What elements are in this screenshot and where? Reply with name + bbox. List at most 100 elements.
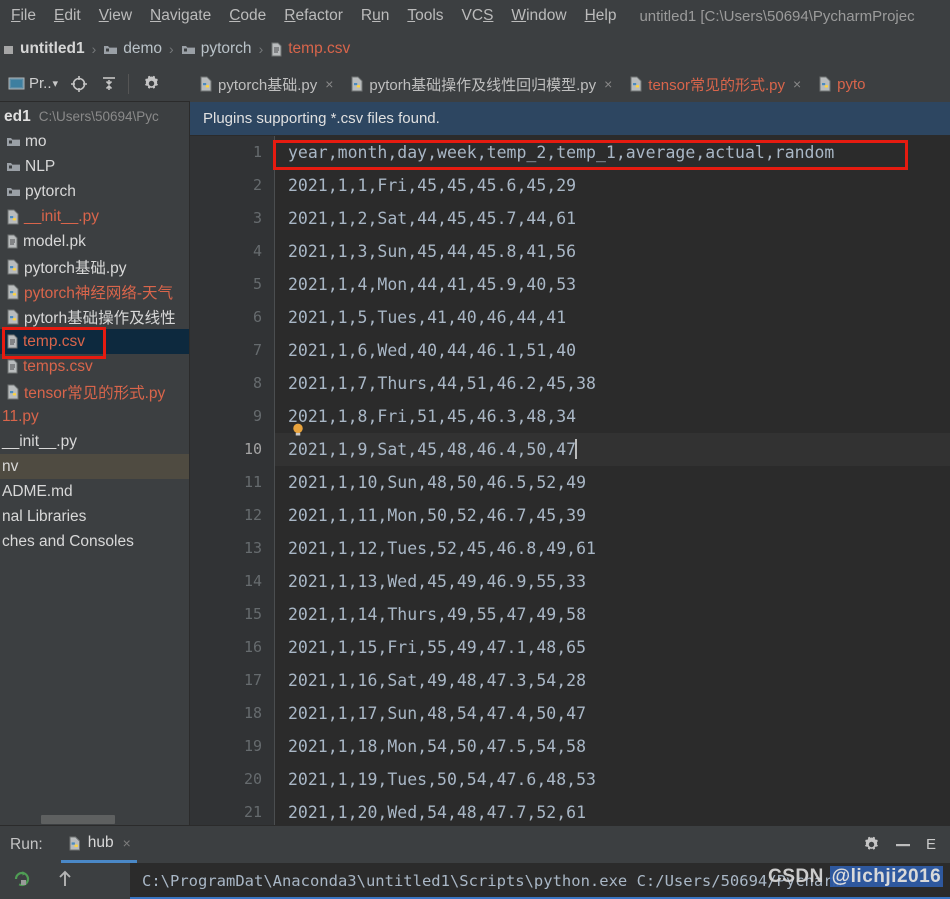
tab-label: pyto — [837, 75, 866, 93]
tree-item-label: pytorch基础.py — [24, 259, 127, 277]
menu-item-file[interactable]: FFileile — [2, 4, 45, 28]
tree-item-15[interactable]: nal Libraries — [0, 504, 189, 529]
tree-root-label: ed1 — [4, 107, 31, 125]
code-line[interactable]: 2021,1,16,Sat,49,48,47.3,54,28 — [275, 664, 950, 697]
tree-item-8[interactable]: temp.csv — [0, 329, 189, 354]
code-line[interactable]: 2021,1,1,Fri,45,45,45.6,45,29 — [275, 169, 950, 202]
tree-item-5[interactable]: pytorch基础.py — [0, 254, 189, 279]
close-icon[interactable]: × — [604, 76, 612, 92]
python-file-icon — [350, 76, 364, 92]
rerun-button[interactable] — [0, 869, 43, 894]
menu-item-navigate[interactable]: Navigate — [141, 4, 220, 28]
run-tab-label: hub — [87, 834, 114, 851]
project-panel-title: Pr.. — [29, 75, 52, 92]
close-icon[interactable]: × — [123, 835, 131, 851]
tab-tensor-xingshi[interactable]: tensor常见的形式.py × — [620, 66, 809, 102]
tree-item-11[interactable]: 11.py — [0, 404, 189, 429]
intention-bulb-icon[interactable] — [291, 423, 305, 437]
line-number: 7 — [252, 341, 262, 359]
tree-item-16[interactable]: ches and Consoles — [0, 529, 189, 554]
menu-item-run[interactable]: Run — [352, 4, 398, 28]
breadcrumb-folder-demo[interactable]: demo — [103, 40, 162, 58]
tree-item-0[interactable]: mo — [0, 129, 189, 154]
code-line[interactable]: 2021,1,19,Tues,50,54,47.6,48,53 — [275, 763, 950, 796]
tree-root-path: C:\Users\50694\Pyc — [38, 109, 159, 124]
tree-item-1[interactable]: NLP — [0, 154, 189, 179]
tree-item-2[interactable]: pytorch — [0, 179, 189, 204]
code-line[interactable]: 2021,1,7,Thurs,44,51,46.2,45,38 — [275, 367, 950, 400]
tree-item-6[interactable]: pytorch神经网络-天气 — [0, 279, 189, 304]
plugin-notification-bar[interactable]: Plugins supporting *.csv files found. — [190, 102, 950, 136]
project-view-selector[interactable]: Pr.. ▾ — [4, 70, 62, 98]
breadcrumb-file[interactable]: temp.csv — [270, 40, 350, 58]
collapse-all-button[interactable] — [96, 70, 122, 98]
python-file-icon — [6, 259, 20, 275]
csv-file-icon — [270, 42, 283, 57]
tree-item-12[interactable]: __init__.py — [0, 429, 189, 454]
tab-pyto-partial[interactable]: pyto — [809, 66, 873, 102]
code-line[interactable]: 2021,1,6,Wed,40,44,46.1,51,40 — [275, 334, 950, 367]
menu-item-help[interactable]: Help — [576, 4, 626, 28]
code-line[interactable]: 2021,1,10,Sun,48,50,46.5,52,49 — [275, 466, 950, 499]
run-tab-hub[interactable]: hub × — [60, 827, 137, 863]
menu-item-refactor[interactable]: Refactor — [275, 4, 352, 28]
sidebar-hscrollbar[interactable] — [0, 813, 189, 825]
tree-item-4[interactable]: model.pk — [0, 229, 189, 254]
close-icon[interactable]: × — [793, 76, 801, 92]
code-line[interactable]: 2021,1,14,Thurs,49,55,47,49,58 — [275, 598, 950, 631]
breadcrumb-project-label: untitled1 — [20, 40, 85, 57]
line-number: 3 — [252, 209, 262, 227]
code-line[interactable]: 2021,1,8,Fri,51,45,46.3,48,34 — [275, 400, 950, 433]
locate-file-button[interactable] — [66, 70, 92, 98]
tree-item-3[interactable]: __init__.py — [0, 204, 189, 229]
code-line[interactable]: 2021,1,9,Sat,45,48,46.4,50,47 — [275, 433, 950, 466]
code-line[interactable]: 2021,1,20,Wed,54,48,47.7,52,61 — [275, 796, 950, 825]
sidebar-hscrollbar-thumb[interactable] — [41, 815, 115, 824]
tree-item-13[interactable]: nv — [0, 454, 189, 479]
tab-pytorch-jichu[interactable]: pytorch基础.py × — [190, 66, 341, 102]
code-line[interactable]: 2021,1,15,Fri,55,49,47.1,48,65 — [275, 631, 950, 664]
code-line[interactable]: 2021,1,17,Sun,48,54,47.4,50,47 — [275, 697, 950, 730]
menu-item-edit[interactable]: Edit — [45, 4, 90, 28]
tree-item-14[interactable]: ADME.md — [0, 479, 189, 504]
code-line[interactable]: 2021,1,11,Mon,50,52,46.7,45,39 — [275, 499, 950, 532]
tree-item-10[interactable]: tensor常见的形式.py — [0, 379, 189, 404]
project-tree-panel[interactable]: ed1 C:\Users\50694\Pyc mo NLP pytorch __ini… — [0, 102, 190, 825]
code-line[interactable]: 2021,1,13,Wed,45,49,46.9,55,33 — [275, 565, 950, 598]
tree-row-root[interactable]: ed1 C:\Users\50694\Pyc — [0, 104, 189, 129]
menu-item-window[interactable]: Window — [502, 4, 575, 28]
code-line[interactable]: 2021,1,12,Tues,52,45,46.8,49,61 — [275, 532, 950, 565]
run-console[interactable]: C:\ProgramDat\Anaconda3\untitled1\Script… — [0, 863, 950, 899]
tree-item-7[interactable]: pytorh基础操作及线性 — [0, 304, 189, 329]
menu-item-code[interactable]: Code — [220, 4, 275, 28]
line-number: 1 — [252, 143, 262, 161]
chevron-down-icon[interactable]: ▾ — [53, 77, 59, 90]
code-line[interactable]: year,month,day,week,temp_2,temp_1,averag… — [275, 136, 950, 169]
toolbar-divider — [128, 73, 130, 94]
line-number: 12 — [243, 506, 262, 524]
code-editor[interactable]: 1 2 3 4 5 6 7 8 9 10 11 12 13 14 15 16 17 18 19 20 21 year,m… — [190, 136, 950, 825]
menu-item-view[interactable]: View — [90, 4, 141, 28]
file-icon — [6, 359, 19, 374]
tree-item-label: NLP — [25, 157, 56, 175]
breadcrumb-folder-pytorch[interactable]: pytorch — [181, 40, 252, 58]
folder-icon — [6, 185, 21, 198]
menu-item-vcs[interactable]: VCS — [453, 4, 503, 28]
scroll-up-button[interactable] — [43, 869, 86, 894]
gear-icon[interactable] — [863, 836, 880, 853]
breadcrumb-project[interactable]: untitled1 — [2, 40, 85, 58]
python-file-icon — [199, 76, 213, 92]
code-line[interactable]: 2021,1,4,Mon,44,41,45.9,40,53 — [275, 268, 950, 301]
menu-item-tools[interactable]: Tools — [398, 4, 452, 28]
code-content[interactable]: year,month,day,week,temp_2,temp_1,averag… — [275, 136, 950, 825]
code-line[interactable]: 2021,1,3,Sun,45,44,45.8,41,56 — [275, 235, 950, 268]
event-log-label[interactable]: E — [926, 836, 936, 853]
settings-button[interactable] — [139, 70, 164, 98]
minimize-icon[interactable] — [894, 842, 912, 848]
code-line[interactable]: 2021,1,5,Tues,41,40,46,44,41 — [275, 301, 950, 334]
code-line[interactable]: 2021,1,18,Mon,54,50,47.5,54,58 — [275, 730, 950, 763]
code-line[interactable]: 2021,1,2,Sat,44,45,45.7,44,61 — [275, 202, 950, 235]
tab-pytorh-jichu-caozuo[interactable]: pytorh基础操作及线性回归模型.py × — [341, 66, 620, 102]
tree-item-9[interactable]: temps.csv — [0, 354, 189, 379]
close-icon[interactable]: × — [325, 76, 333, 92]
